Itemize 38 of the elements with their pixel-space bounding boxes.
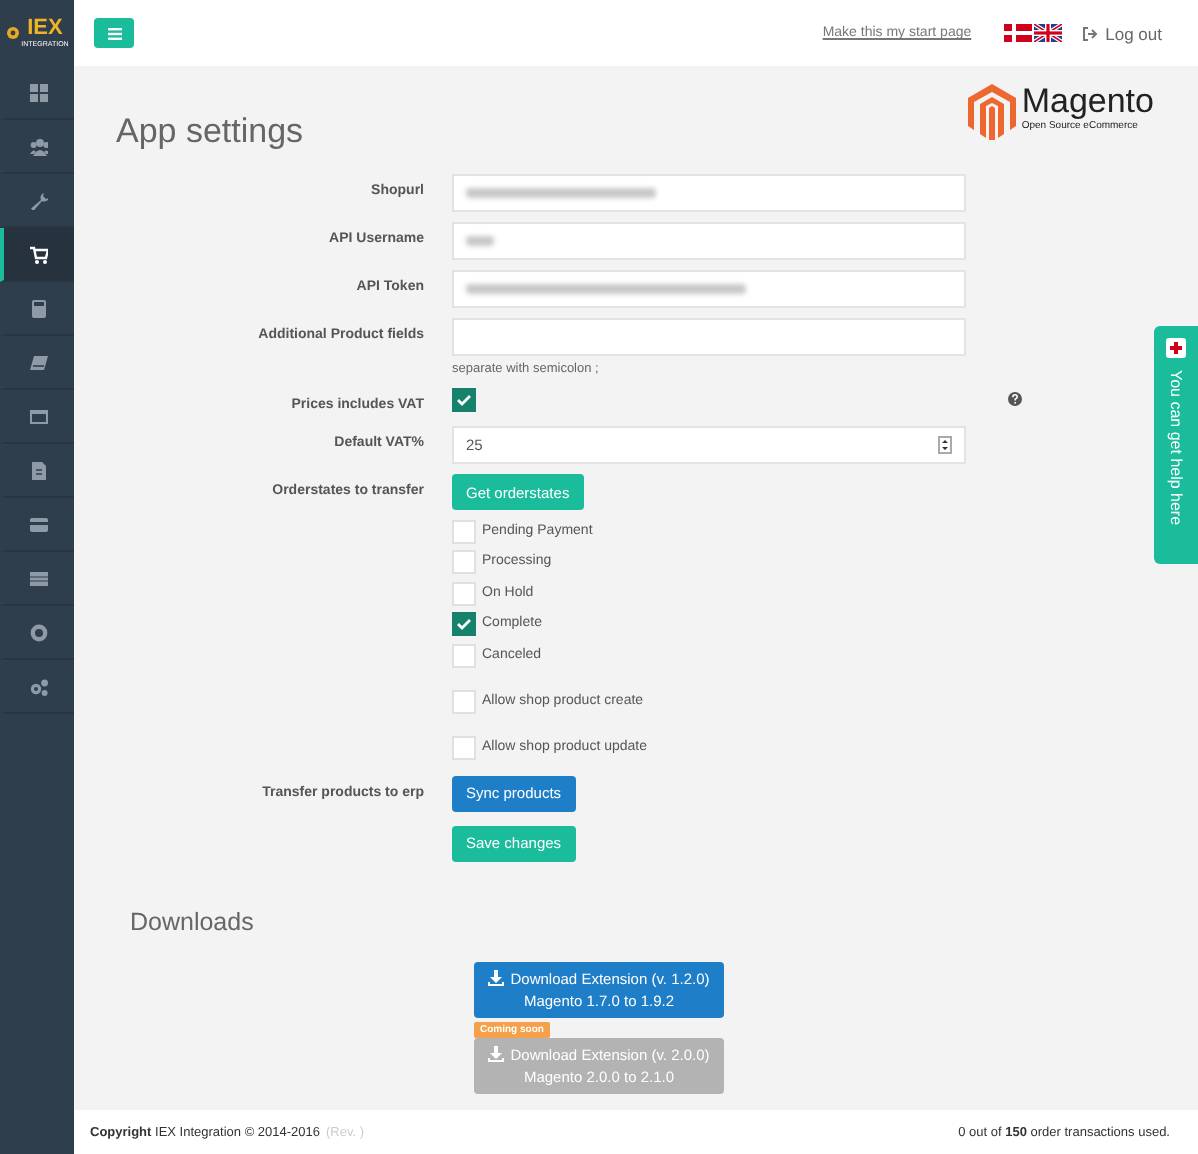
gears-icon: [30, 677, 48, 695]
page-title: App settings: [116, 112, 304, 152]
list-icon: [30, 569, 48, 587]
input-field[interactable]: [452, 222, 966, 260]
brand-name: Magento: [1021, 82, 1154, 120]
lifebuoy-icon: [30, 623, 48, 641]
download-icon: [488, 970, 505, 986]
logout-icon: [1081, 25, 1098, 41]
checkmark-icon: [456, 394, 472, 406]
input-field[interactable]: [452, 318, 966, 356]
first-aid-icon: [1166, 338, 1186, 358]
calculator-icon: [30, 299, 48, 317]
help-icon[interactable]: [1008, 392, 1022, 406]
sidebar-item[interactable]: [0, 228, 74, 282]
spinner-icon: [938, 436, 952, 454]
grid-icon: [30, 83, 48, 101]
section-title: Downloads: [130, 907, 256, 935]
logo-title: IEX: [27, 18, 63, 40]
checkbox[interactable]: [452, 612, 476, 637]
input-field[interactable]: [452, 270, 966, 308]
help-tab[interactable]: You can get help here: [1154, 326, 1198, 564]
document-icon: [30, 461, 48, 479]
checkmark-icon: [456, 618, 472, 631]
download-icon: [488, 1046, 505, 1062]
users-icon: [30, 137, 48, 155]
blurred-value: [466, 236, 494, 246]
cart-icon: [30, 245, 48, 263]
checkbox[interactable]: [452, 388, 476, 412]
input-field[interactable]: [452, 174, 966, 212]
window-icon: [30, 407, 48, 425]
card-icon: [30, 515, 48, 533]
danish-flag-icon[interactable]: [1003, 24, 1032, 42]
magento-logo-icon: [967, 84, 1016, 140]
logout-link[interactable]: Log out: [1081, 23, 1162, 43]
wrench-icon: [30, 191, 48, 209]
menu-button[interactable]: [94, 18, 134, 48]
menu-icon: [107, 27, 121, 39]
british-flag-icon[interactable]: [1033, 24, 1062, 42]
